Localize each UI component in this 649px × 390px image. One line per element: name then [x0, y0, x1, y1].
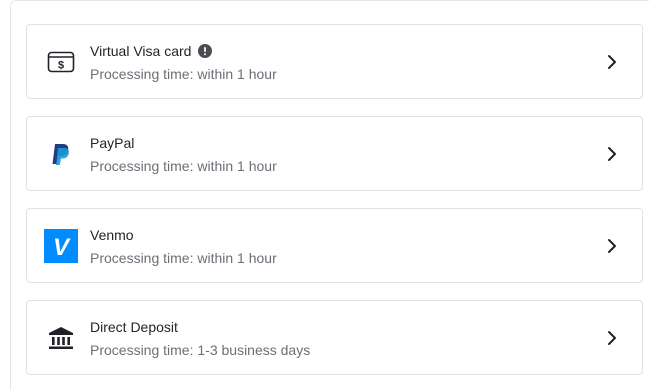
venmo-icon: V: [43, 228, 79, 264]
payout-option-title: PayPal: [90, 135, 134, 151]
venmo-glyph: V: [53, 234, 71, 261]
paypal-icon: [43, 136, 79, 172]
bank-icon: [43, 320, 79, 356]
payout-option-venmo[interactable]: V Venmo Processing time: within 1 hour: [26, 208, 643, 283]
processing-time-text: Processing time: within 1 hour: [90, 250, 277, 266]
payout-option-title: Virtual Visa card: [90, 43, 213, 59]
chevron-right-icon: [608, 331, 616, 345]
payout-option-title-text: PayPal: [90, 135, 135, 151]
payout-option-direct-deposit[interactable]: Direct Deposit Processing time: 1-3 busi…: [26, 300, 643, 375]
payout-option-title-text: Direct Deposit: [90, 319, 178, 335]
processing-time-text: Processing time: within 1 hour: [90, 158, 277, 174]
payout-option-paypal[interactable]: PayPal Processing time: within 1 hour: [26, 116, 643, 191]
dollar-glyph: $: [58, 60, 64, 72]
payout-option-title: Venmo: [90, 227, 134, 243]
payout-option-title: Direct Deposit: [90, 319, 178, 335]
payout-option-virtual-visa-card[interactable]: $ Virtual Visa card Processing time: wit…: [26, 24, 643, 99]
dollar-card-icon: $: [43, 44, 79, 80]
processing-time-text: Processing time: within 1 hour: [90, 66, 277, 82]
info-icon[interactable]: [198, 44, 213, 58]
chevron-right-icon: [608, 147, 616, 161]
chevron-right-icon: [608, 239, 616, 253]
processing-time-text: Processing time: 1-3 business days: [90, 342, 311, 358]
payout-option-title-text: Virtual Visa card: [90, 43, 192, 59]
payout-option-title-text: Venmo: [90, 227, 134, 243]
chevron-right-icon: [608, 55, 616, 69]
